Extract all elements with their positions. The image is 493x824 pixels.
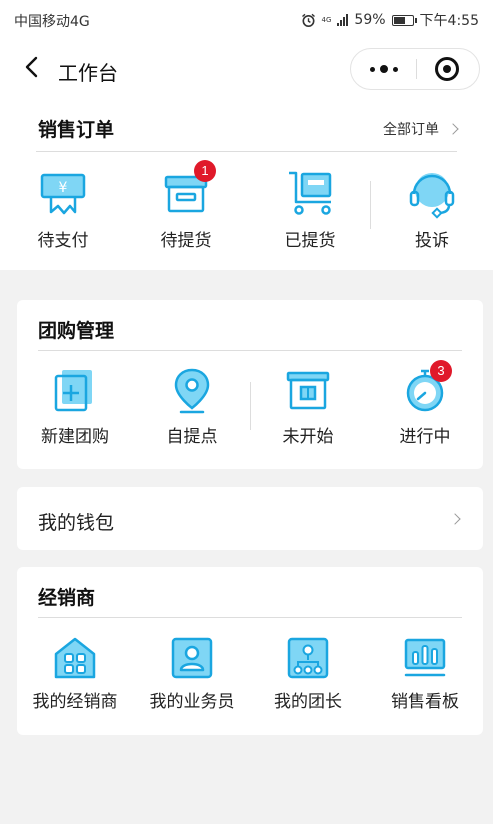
in-progress-badge: 3 xyxy=(430,360,452,382)
back-arrow-icon[interactable] xyxy=(20,55,44,79)
status-icons: 4G 59% 下午4:55 xyxy=(301,10,479,30)
dealer-my-salespeople[interactable]: 我的业务员 xyxy=(137,635,247,712)
group-buy-title: 团购管理 xyxy=(38,320,115,342)
chevron-right-icon xyxy=(447,123,459,135)
mini-program-capsule xyxy=(350,48,480,90)
order-pending-payment-label: 待支付 xyxy=(37,231,89,251)
alarm-icon xyxy=(301,13,315,27)
dealer-title: 经销商 xyxy=(38,587,96,609)
divider xyxy=(36,151,457,152)
page-title: 工作台 xyxy=(58,61,118,85)
cart-icon xyxy=(289,171,332,215)
divider xyxy=(38,350,462,351)
order-complaint-label: 投诉 xyxy=(415,231,449,251)
order-complaint[interactable]: 投诉 xyxy=(377,168,487,251)
store-icon xyxy=(54,637,96,679)
dashboard-icon xyxy=(404,638,446,677)
dealer-card: 经销商 我的经销商 我的业务员 我的团长 销售看板 xyxy=(17,567,483,735)
sales-orders-section: 销售订单 全部订单 ¥ 待支付 待提货 1 已提货 投诉 xyxy=(0,98,493,270)
my-wallet-label: 我的钱包 xyxy=(38,512,115,534)
dealer-my-team-leaders-label: 我的团长 xyxy=(274,692,342,712)
wallet-yen-icon: ¥ xyxy=(40,173,86,215)
team-icon xyxy=(287,637,329,679)
network-type: 4G xyxy=(321,15,332,24)
location-pin-icon xyxy=(174,368,210,414)
status-bar: 中国移动4G 4G 59% 下午4:55 xyxy=(0,0,493,40)
order-pending-pickup-label: 待提货 xyxy=(160,231,212,251)
dealer-sales-dashboard[interactable]: 销售看板 xyxy=(370,635,480,712)
add-document-icon xyxy=(54,370,92,412)
group-buy-new-label: 新建团购 xyxy=(41,427,109,447)
divider xyxy=(38,617,462,618)
carrier-label: 中国移动4G xyxy=(14,14,90,30)
user-icon xyxy=(171,637,213,679)
vertical-divider xyxy=(250,382,251,430)
group-buy-pickup-point[interactable]: 自提点 xyxy=(137,366,247,447)
clock: 下午4:55 xyxy=(419,13,479,29)
dealer-my-dealers[interactable]: 我的经销商 xyxy=(20,635,130,712)
order-pending-pickup[interactable]: 待提货 1 xyxy=(131,160,241,251)
vertical-divider xyxy=(370,181,371,229)
battery-percent: 59% xyxy=(354,12,386,28)
group-buy-not-started-label: 未开始 xyxy=(282,427,334,447)
capsule-divider xyxy=(416,59,417,79)
group-buy-card: 团购管理 新建团购 自提点 未开始 进行中 3 xyxy=(17,300,483,469)
close-target-icon[interactable] xyxy=(435,57,459,81)
dealer-my-dealers-label: 我的经销商 xyxy=(32,692,118,712)
battery-icon xyxy=(391,14,417,26)
all-orders-label: 全部订单 xyxy=(383,122,439,138)
sales-orders-title: 销售订单 xyxy=(38,119,115,141)
more-menu-icon[interactable] xyxy=(351,49,416,89)
dealer-my-salespeople-label: 我的业务员 xyxy=(149,692,235,712)
group-buy-new[interactable]: 新建团购 xyxy=(20,366,130,447)
my-wallet-row[interactable]: 我的钱包 xyxy=(17,487,483,550)
dealer-my-team-leaders[interactable]: 我的团长 xyxy=(253,635,363,712)
dealer-sales-dashboard-label: 销售看板 xyxy=(391,692,459,712)
archive-box-icon xyxy=(286,371,330,410)
order-picked-up-label: 已提货 xyxy=(284,231,336,251)
group-buy-not-started[interactable]: 未开始 xyxy=(253,366,363,447)
group-buy-in-progress[interactable]: 进行中 3 xyxy=(370,360,480,447)
headset-icon xyxy=(409,173,455,219)
chevron-right-icon xyxy=(449,513,461,525)
nav-bar: 工作台 xyxy=(0,40,493,98)
pending-pickup-badge: 1 xyxy=(194,160,216,182)
signal-icon xyxy=(337,14,349,26)
group-buy-pickup-point-label: 自提点 xyxy=(166,427,218,447)
order-pending-payment[interactable]: ¥ 待支付 xyxy=(8,168,118,251)
svg-text:¥: ¥ xyxy=(59,180,68,196)
group-buy-in-progress-label: 进行中 xyxy=(399,427,451,447)
order-picked-up[interactable]: 已提货 xyxy=(255,168,365,251)
all-orders-link[interactable]: 全部订单 xyxy=(383,119,459,139)
